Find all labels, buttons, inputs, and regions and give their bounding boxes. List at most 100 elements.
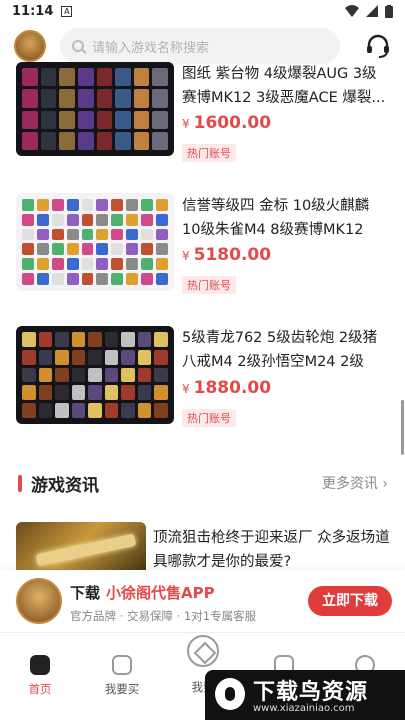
inventory-tile bbox=[36, 258, 49, 271]
inventory-tile bbox=[22, 68, 38, 87]
inventory-tile bbox=[51, 228, 64, 241]
inventory-tile bbox=[137, 332, 152, 347]
more-news-link[interactable]: 更多资讯 › bbox=[322, 473, 388, 493]
inventory-tile bbox=[133, 110, 150, 129]
inventory-tile bbox=[115, 68, 131, 87]
inventory-tile bbox=[115, 131, 131, 150]
inventory-tile bbox=[22, 258, 34, 271]
inventory-tile bbox=[96, 110, 113, 129]
chevron-right-icon: › bbox=[382, 476, 388, 492]
inventory-tile bbox=[121, 403, 135, 418]
inventory-tile bbox=[77, 110, 94, 129]
inventory-tile bbox=[137, 349, 152, 365]
sell-center-icon[interactable] bbox=[187, 635, 219, 667]
inventory-tile bbox=[88, 385, 102, 401]
inventory-tile bbox=[111, 213, 124, 226]
banner-headline: 下载 小徐阁代售APP bbox=[70, 584, 215, 602]
inventory-tile bbox=[59, 110, 75, 129]
inventory-tile bbox=[96, 89, 113, 108]
inventory-tile bbox=[152, 131, 168, 150]
inventory-tile bbox=[22, 332, 36, 347]
inventory-tile bbox=[115, 110, 131, 129]
inventory-tile bbox=[133, 131, 150, 150]
inventory-tile bbox=[152, 68, 168, 87]
inventory-tile bbox=[77, 89, 94, 108]
inventory-tile bbox=[137, 367, 152, 383]
inventory-tile bbox=[96, 243, 109, 256]
customer-service-icon[interactable] bbox=[365, 33, 391, 59]
inventory-tile bbox=[121, 367, 135, 383]
inventory-tile bbox=[156, 213, 168, 226]
inventory-tile bbox=[154, 367, 168, 383]
inventory-tile bbox=[154, 332, 168, 347]
inventory-tile bbox=[71, 349, 86, 365]
inventory-tile bbox=[36, 213, 49, 226]
inventory-tile bbox=[126, 243, 139, 256]
inventory-tile bbox=[55, 385, 69, 401]
inventory-tile bbox=[51, 243, 64, 256]
hot-account-badge: 热门账号 bbox=[182, 144, 236, 162]
inventory-tile bbox=[22, 403, 36, 418]
inventory-tile bbox=[96, 228, 109, 241]
inventory-tile bbox=[22, 273, 34, 285]
scrollbar[interactable] bbox=[401, 400, 404, 455]
inventory-tile bbox=[88, 349, 102, 365]
tab-buy[interactable]: 我要买 bbox=[87, 655, 157, 697]
watermark-url: www.xiazainiao.com bbox=[253, 703, 355, 714]
inventory-tile bbox=[81, 243, 94, 256]
inventory-tile bbox=[66, 258, 79, 271]
download-now-button[interactable]: 立即下载 bbox=[308, 586, 392, 616]
inventory-tile bbox=[77, 131, 94, 150]
inventory-tile bbox=[96, 258, 109, 271]
inventory-tile bbox=[126, 213, 139, 226]
inventory-tile bbox=[121, 349, 135, 365]
inventory-tile bbox=[40, 110, 57, 129]
inventory-tile bbox=[154, 403, 168, 418]
inventory-tile bbox=[55, 367, 69, 383]
search-placeholder: 请输入游戏名称搜索 bbox=[92, 40, 210, 56]
inventory-tile bbox=[126, 258, 139, 271]
inventory-tile bbox=[115, 89, 131, 108]
signal-icon bbox=[366, 5, 378, 17]
listing-title: 5级青龙762 5级齿轮炮 2级猪八戒M4 2级孙悟空M24 2级唐... bbox=[182, 330, 378, 370]
inventory-tile bbox=[96, 199, 109, 211]
app-logo-avatar[interactable] bbox=[14, 30, 46, 62]
inventory-tile bbox=[22, 367, 36, 383]
inventory-tile bbox=[156, 228, 168, 241]
inventory-tile bbox=[38, 385, 53, 401]
inventory-tile bbox=[81, 258, 94, 271]
inventory-tile bbox=[71, 403, 86, 418]
inventory-tile bbox=[96, 68, 113, 87]
news-title[interactable]: 顶流狙击枪终于迎来返厂 众多返场道具哪款才是你的最爱? bbox=[153, 526, 393, 574]
inventory-tile bbox=[36, 273, 49, 285]
inventory-tile bbox=[22, 110, 38, 129]
inventory-tile bbox=[38, 403, 53, 418]
tab-home[interactable]: 首页 bbox=[5, 655, 75, 697]
inventory-tile bbox=[59, 68, 75, 87]
inventory-tile bbox=[88, 332, 102, 347]
inventory-tile bbox=[104, 367, 119, 383]
inventory-tile bbox=[141, 243, 154, 256]
inventory-tile bbox=[137, 403, 152, 418]
inventory-tile bbox=[22, 349, 36, 365]
inventory-tile bbox=[22, 89, 38, 108]
download-banner[interactable]: 下载 小徐阁代售APP 官方品牌 · 交易保障 · 1对1专属客服 立即下载 bbox=[0, 570, 405, 632]
inventory-tile bbox=[156, 243, 168, 256]
notification-icon: A bbox=[61, 5, 73, 17]
listing-thumbnail bbox=[16, 62, 174, 156]
inventory-tile bbox=[55, 349, 69, 365]
inventory-tile bbox=[141, 273, 154, 285]
inventory-tile bbox=[111, 199, 124, 211]
inventory-tile bbox=[51, 199, 64, 211]
inventory-tile bbox=[36, 243, 49, 256]
inventory-tile bbox=[66, 273, 79, 285]
bag-icon bbox=[112, 655, 132, 675]
inventory-tile bbox=[59, 89, 75, 108]
inventory-tile bbox=[141, 258, 154, 271]
inventory-tile bbox=[111, 258, 124, 271]
search-input[interactable]: 请输入游戏名称搜索 bbox=[60, 28, 340, 64]
inventory-tile bbox=[22, 228, 34, 241]
news-section-header: 游戏资讯 更多资讯 › bbox=[18, 470, 388, 496]
listing-title: 信誉等级四 金标 10级火麒麟 10级朱雀M4 8级赛博MK12 4... bbox=[182, 198, 370, 238]
wifi-icon bbox=[345, 5, 359, 17]
